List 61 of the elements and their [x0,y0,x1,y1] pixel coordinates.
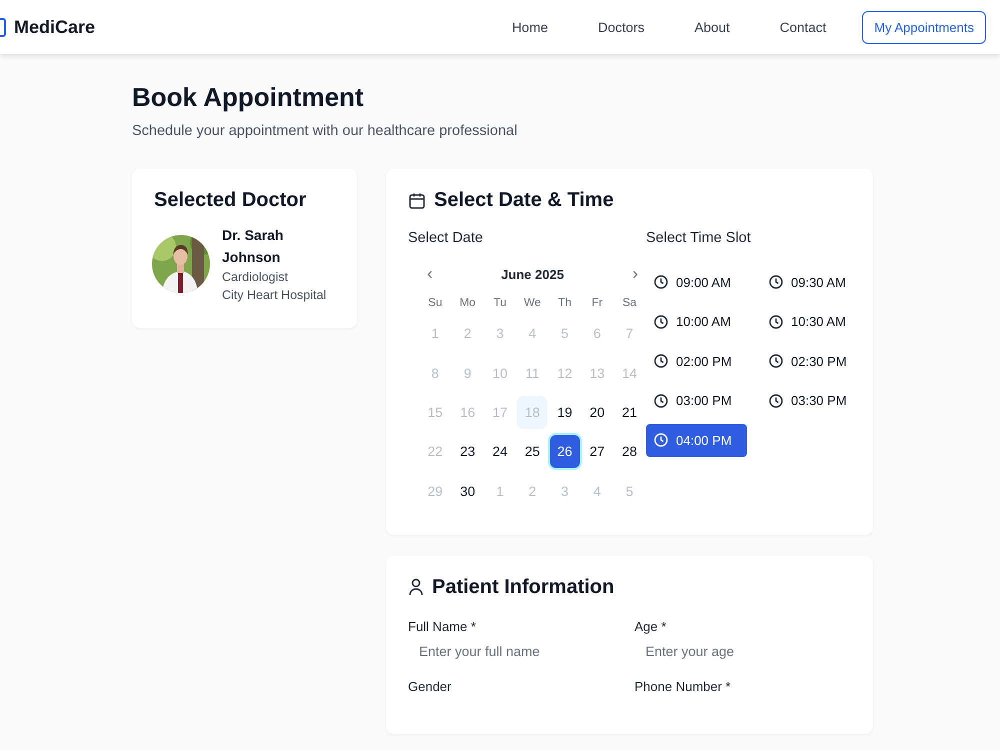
hospital-name: City Heart Hospital [222,287,326,304]
weekday-label: Tu [492,296,508,311]
calendar-day[interactable]: 24 [484,435,515,468]
card-title: Patient Information [432,576,614,599]
clock-icon [654,354,668,368]
calendar-day[interactable]: 28 [614,435,645,468]
card-title: Selected Doctor [154,189,308,212]
weekday-label: Sa [622,296,638,311]
time-slot-button[interactable]: 10:30 AM [761,306,862,338]
previous-month-button[interactable]: ‹ [419,264,441,284]
calendar-day[interactable]: 27 [582,435,612,468]
clock-icon [654,394,668,408]
weekday-label: Fr [590,296,604,311]
time-slot-button[interactable]: 04:00 PM [646,424,747,456]
calendar-day[interactable]: 23 [452,435,483,468]
time-slot-button[interactable]: 03:00 PM [646,384,747,417]
clock-icon [769,275,783,290]
clock-icon [769,394,783,408]
nav-link[interactable]: Contact [780,20,826,34]
clock-icon [769,354,783,368]
my-appointments-button[interactable]: My Appointments [862,10,986,44]
time-slot-button[interactable]: 09:30 AM [761,266,862,298]
calendar-day[interactable]: 30 [452,474,483,508]
field-label: Phone Number * [634,678,732,694]
section-label: Select Time Slot [646,230,752,246]
weekday-label: Mo [458,296,477,311]
input-field[interactable]: Enter your age [634,634,851,659]
weekday-label: Th [557,296,572,311]
field-label: Age * [634,618,668,634]
calendar-day[interactable]: 19 [550,396,580,429]
page-title: Book Appointment [132,82,365,113]
time-slot-button[interactable]: 03:30 PM [761,384,862,417]
nav-link[interactable]: Doctors [598,20,644,34]
time-slot-button[interactable]: 02:00 PM [646,345,747,378]
time-slot-button[interactable]: 09:00 AM [646,266,747,298]
nav-link[interactable]: About [694,20,730,34]
nav-link[interactable]: Home [512,20,548,34]
section-label: Select Date [408,230,484,246]
calendar-day[interactable]: 25 [517,435,548,468]
calendar-day[interactable]: 26 [550,435,580,468]
clock-icon [654,433,668,448]
time-slot-button[interactable]: 10:00 AM [646,306,747,338]
card-title: Select Date & Time [434,189,614,212]
doctor-specialty: Cardiologist [222,269,290,286]
page-subtitle: Schedule your appointment with our healthcare professional [132,123,518,139]
calendar-day[interactable]: 20 [582,396,612,429]
clock-icon [654,275,668,290]
field-label: Full Name * [408,618,477,634]
next-month-button[interactable]: › [624,264,646,284]
doctor-name: Dr. Sarah Johnson [222,226,284,267]
weekday-label: Su [427,296,444,311]
field-label: Gender [408,678,452,694]
month-label: June 2025 [501,266,564,282]
weekday-label: We [522,296,542,311]
clock-icon [769,314,783,329]
input-field[interactable]: Enter your full name [408,634,624,659]
brand-name[interactable]: MediCare [14,16,96,38]
person-icon [408,578,424,596]
calendar-day[interactable]: 21 [614,396,645,429]
time-slot-button[interactable]: 02:30 PM [761,345,862,378]
clock-icon [654,314,668,329]
